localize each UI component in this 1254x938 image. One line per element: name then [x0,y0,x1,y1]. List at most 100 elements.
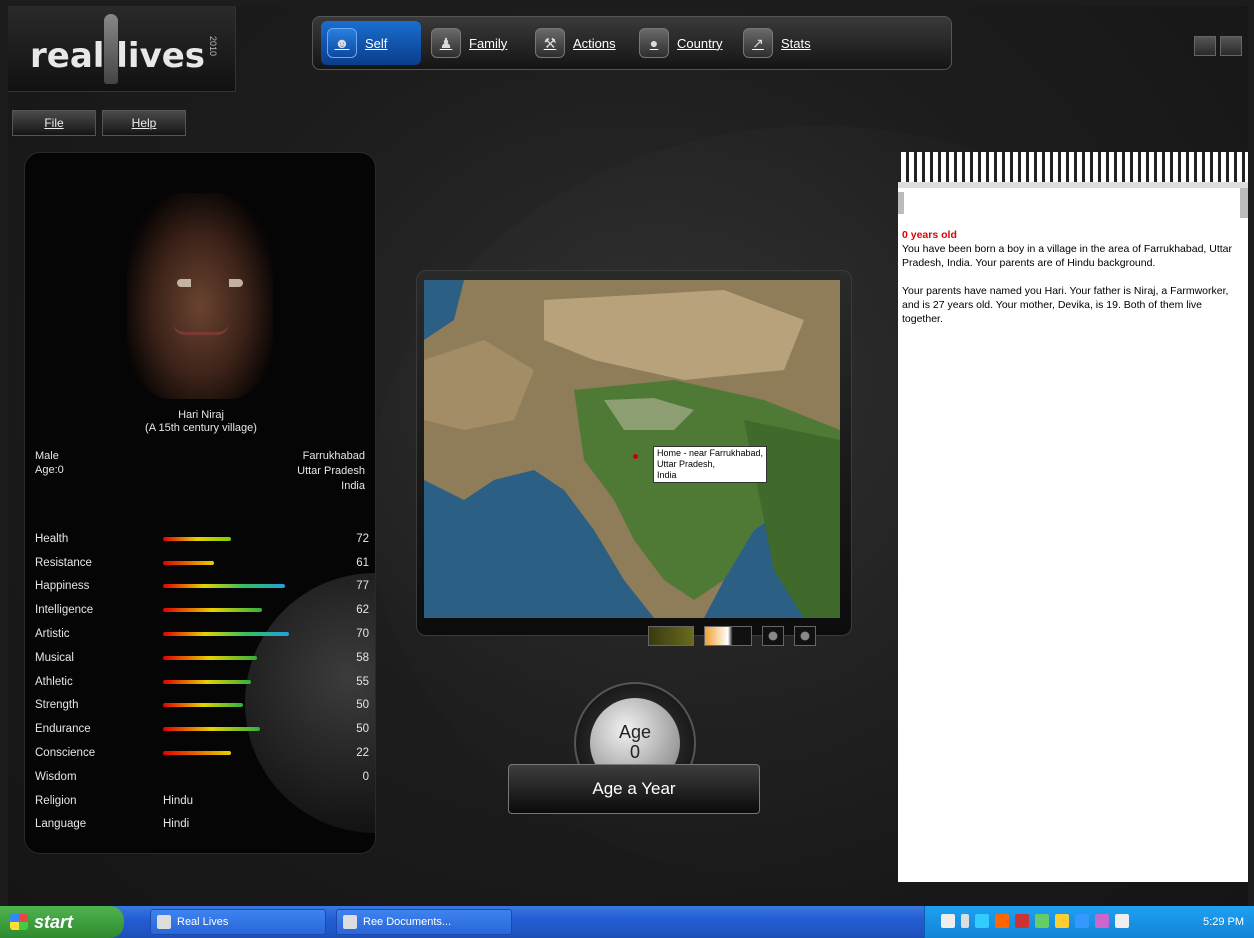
stat-row-resistance: Resistance 61 [35,551,369,575]
tray-app-icon[interactable] [1075,914,1089,928]
task-label: Ree Documents... [363,916,452,928]
day-night-toggle-icon[interactable] [704,626,752,646]
minimize-button[interactable] [1194,36,1216,56]
character-location: Farrukhabad Uttar Pradesh India [297,449,365,494]
journal-notebook: 0 years old You have been born a boy in … [898,152,1248,882]
windows-taskbar: start Real Lives Ree Documents... 5:29 P… [0,906,1254,938]
stat-name: Artistic [35,628,70,641]
character-panel: Hari Niraj (A 15th century village) Male… [24,152,376,854]
stat-row-endurance: Endurance 50 [35,717,369,741]
stat-value: 62 [356,604,369,617]
actions-icon: ⚒ [535,28,565,58]
tab-family-label: Family [469,35,508,51]
tray-volume-icon[interactable] [961,914,969,928]
tray-app-icon[interactable] [1015,914,1029,928]
help-menu-button[interactable]: Help [102,110,186,136]
tray-app-icon[interactable] [1095,914,1109,928]
stat-bar-track [163,727,333,732]
tray-app-icon[interactable] [1115,914,1129,928]
start-label: start [34,912,74,932]
world-map[interactable] [424,280,840,618]
stat-bar-track [163,584,333,589]
stat-bar-track [163,751,333,756]
scroll-thumb-left[interactable] [898,192,904,214]
home-label-line3: India [657,470,677,480]
stat-bar-track [163,655,333,660]
person-icon: ☻ [327,28,357,58]
stat-bar-track [163,560,333,565]
stat-bar [163,679,252,684]
stat-row-wisdom: Wisdom 0 [35,765,369,789]
chart-icon: ↗ [743,28,773,58]
logo-text: real lives [30,36,206,76]
journal-paragraph-2: Your parents have named you Hari. Your f… [902,285,1229,325]
stat-row-conscience: Conscience 22 [35,741,369,765]
tab-actions[interactable]: ⚒ Actions [529,21,629,65]
map-terrain [424,280,840,618]
main-navigation: ☻ Self ♟ Family ⚒ Actions ● Country ↗ St… [312,16,952,70]
stat-value: 70 [356,628,369,641]
stat-bar-track [163,679,333,684]
tab-family[interactable]: ♟ Family [425,21,525,65]
system-tray: 5:29 PM [924,906,1254,938]
home-label-line2: Uttar Pradesh, [657,459,716,469]
close-button[interactable] [1220,36,1242,56]
stat-name: Conscience [35,747,96,760]
character-sex: Male [35,450,59,462]
family-icon: ♟ [431,28,461,58]
stat-name: Happiness [35,580,90,593]
stat-row-health: Health 72 [35,527,369,551]
stat-name: Health [35,532,69,545]
stat-value: 72 [356,532,369,545]
notebook-spiral [898,152,1248,188]
start-button[interactable]: start [0,906,124,938]
stat-bar [163,655,257,660]
home-marker-icon[interactable] [633,454,638,459]
tray-app-icon[interactable] [1035,914,1049,928]
stat-row-artistic: Artistic 70 [35,622,369,646]
scroll-thumb[interactable] [1240,188,1248,218]
stat-name: Strength [35,699,79,712]
taskbar-clock: 5:29 PM [1203,916,1244,928]
map-terrain-toggle-icon[interactable] [648,626,694,646]
tray-app-icon[interactable] [995,914,1009,928]
stat-bar [163,536,231,541]
home-location-label: Home - near Farrukhabad, Uttar Pradesh, … [653,446,768,483]
stat-name: Intelligence [35,604,94,617]
stat-value: 55 [356,675,369,688]
app-logo: real lives 2010 [8,6,236,92]
tray-network-icon[interactable] [941,914,955,928]
tab-country[interactable]: ● Country [633,21,733,65]
religion-label: Religion [35,794,77,807]
religion-value: Hindu [163,794,194,807]
stat-name: Endurance [35,723,91,736]
tab-stats[interactable]: ↗ Stats [737,21,837,65]
tray-update-icon[interactable] [975,914,989,928]
character-name: Hari Niraj [178,409,224,421]
stat-bar-track [163,536,333,541]
taskbar-item-documents[interactable]: Ree Documents... [336,909,512,935]
map-toolbar [648,626,816,646]
language-label: Language [35,818,87,831]
zoom-out-icon[interactable] [794,626,816,646]
tray-app-icon[interactable] [1055,914,1069,928]
language-row: Language Hindi [35,813,369,837]
stat-bar [163,584,286,589]
stat-value: 50 [356,723,369,736]
task-label: Real Lives [177,916,229,928]
stat-value: 22 [356,747,369,760]
stat-bar [163,703,243,708]
character-name-block: Hari Niraj (A 15th century village) [25,409,375,435]
character-age: Age:0 [35,464,64,476]
zoom-in-icon[interactable] [762,626,784,646]
age-a-year-button[interactable]: Age a Year [508,764,760,814]
location-country: India [341,480,365,492]
stat-name: Wisdom [35,770,77,783]
character-basic-info: Male Age:0 [35,449,64,477]
stat-row-musical: Musical 58 [35,646,369,670]
taskbar-item-real-lives[interactable]: Real Lives [150,909,326,935]
file-menu-button[interactable]: File [12,110,96,136]
stat-bar-track [163,775,333,779]
tab-self[interactable]: ☻ Self [321,21,421,65]
stat-name: Resistance [35,556,92,569]
